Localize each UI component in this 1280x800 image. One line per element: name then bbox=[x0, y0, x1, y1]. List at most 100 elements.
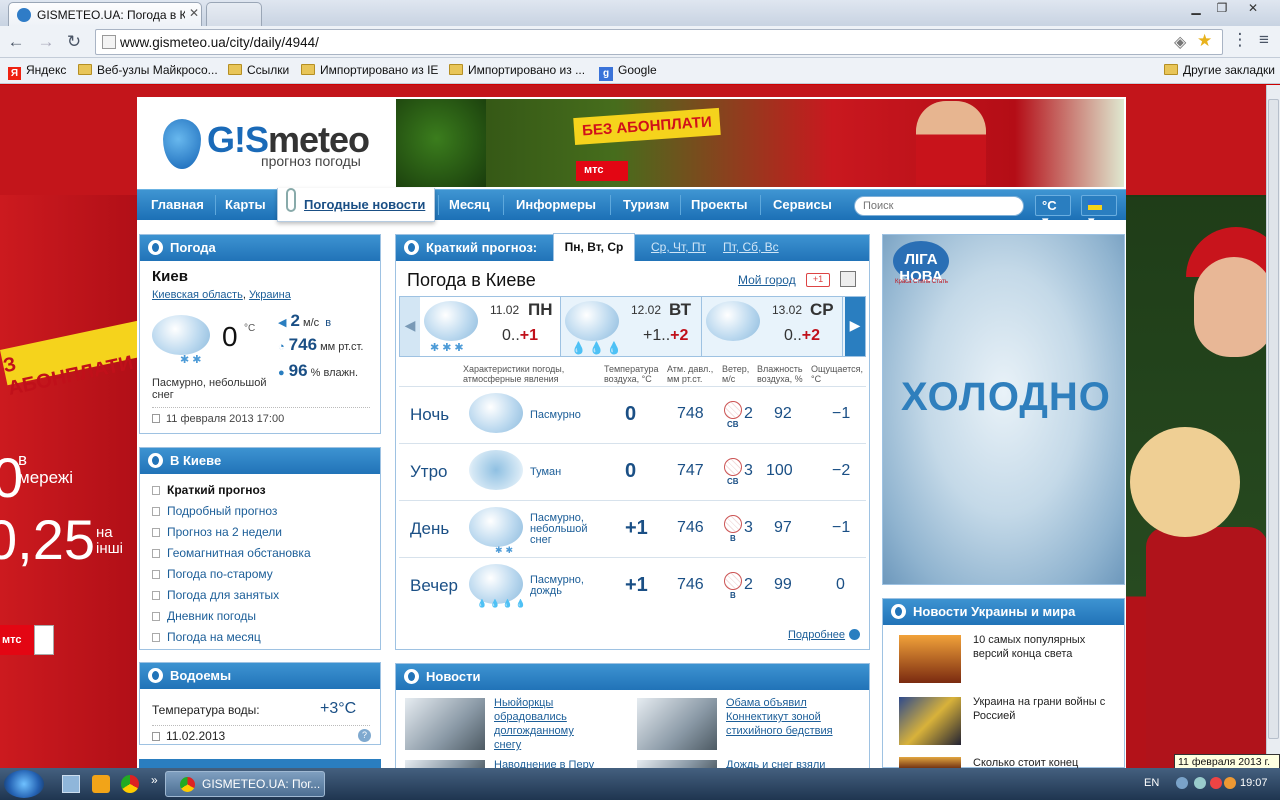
kiev-link-brief[interactable]: Краткий прогноз bbox=[152, 483, 266, 497]
box-header: Новости Украины и мира bbox=[883, 599, 1124, 625]
arrow-right-icon[interactable] bbox=[849, 629, 860, 640]
nav-projects[interactable]: Проекты bbox=[691, 197, 747, 212]
day-card[interactable]: 💧💧💧 12.02 ВТ +1..+2 bbox=[561, 297, 702, 356]
close-tab-icon[interactable]: ✕ bbox=[189, 6, 199, 20]
print-icon[interactable] bbox=[840, 271, 856, 287]
news-link[interactable]: Обама объявил Коннектикут зоной стихийно… bbox=[726, 696, 836, 738]
kiev-link-busy[interactable]: Погода для занятых bbox=[152, 588, 279, 602]
gismeteo-logo[interactable]: G!Smeteo прогноз погоды bbox=[159, 115, 370, 175]
chrome-icon[interactable] bbox=[121, 775, 139, 793]
news-thumbnail[interactable] bbox=[405, 698, 485, 750]
my-city-link[interactable]: Мой город bbox=[738, 273, 796, 287]
weather-description: Пасмурно, небольшой снег bbox=[152, 377, 267, 401]
scrollbar-thumb[interactable] bbox=[1268, 99, 1279, 739]
period-pressure: 746 bbox=[677, 519, 704, 536]
forward-icon[interactable]: → bbox=[34, 30, 58, 54]
santa-image bbox=[916, 101, 986, 185]
period-wind: 3 bbox=[744, 519, 753, 536]
ad-headline: ХОЛОДНО bbox=[901, 375, 1111, 419]
extension-icon[interactable]: ◈ bbox=[1174, 32, 1186, 52]
bookmark-folder[interactable]: Импортировано из ... bbox=[449, 63, 585, 79]
tray-icon[interactable] bbox=[1176, 777, 1188, 789]
top-banner-ad[interactable]: БЕЗ АБОНПЛАТИ мтс bbox=[396, 99, 1124, 187]
kiev-link-geomagnetic[interactable]: Геомагнитная обстановка bbox=[152, 546, 311, 560]
drop-icon: ● bbox=[278, 367, 285, 379]
site-header: G!Smeteo прогноз погоды БЕЗ АБОНПЛАТИ мт… bbox=[137, 97, 1126, 189]
region-link[interactable]: Киевская область bbox=[152, 289, 243, 301]
nav-home[interactable]: Главная bbox=[151, 197, 204, 212]
prev-days-arrow-icon[interactable]: ◀ bbox=[400, 297, 420, 356]
overflow-chevron-icon[interactable]: » bbox=[151, 773, 158, 787]
more-link[interactable]: Подробнее bbox=[788, 629, 845, 641]
other-bookmarks[interactable]: Другие закладки bbox=[1164, 63, 1275, 79]
clock[interactable]: 19:07 bbox=[1240, 777, 1268, 789]
close-window-icon[interactable]: ✕ bbox=[1242, 1, 1264, 17]
vertical-scrollbar[interactable] bbox=[1266, 85, 1280, 768]
news-thumbnail[interactable] bbox=[899, 697, 961, 745]
start-button[interactable] bbox=[4, 770, 44, 798]
kiev-link-detailed[interactable]: Подробный прогноз bbox=[152, 504, 277, 518]
wrench-icon[interactable]: ≡ bbox=[1252, 28, 1276, 52]
next-days-arrow-icon[interactable]: ▶ bbox=[845, 297, 865, 356]
browser-tab-active[interactable]: GISMETEO.UA: Погода в Ки ✕ bbox=[8, 2, 202, 26]
minimize-icon[interactable]: ▁ bbox=[1185, 1, 1207, 17]
tray-app-icon[interactable] bbox=[1210, 777, 1222, 789]
google-plus-button[interactable]: +1 bbox=[806, 273, 830, 287]
page-menu-icon[interactable]: ⋮ bbox=[1228, 28, 1252, 52]
language-select[interactable]: ▾ bbox=[1081, 195, 1117, 228]
bookmark-yandex[interactable]: Я Яндекс bbox=[8, 63, 66, 80]
network-icon[interactable] bbox=[1194, 777, 1206, 789]
news-link[interactable]: 10 самых популярных версий конца света bbox=[973, 633, 1113, 661]
right-side-ad[interactable] bbox=[1126, 197, 1280, 768]
bookmark-star-icon[interactable]: ★ bbox=[1197, 31, 1212, 51]
day-temp: 0..+2 bbox=[784, 327, 821, 344]
liga-nova-ad[interactable]: ЛІГА НОВА Краса Стиль Стать ХОЛОДНО bbox=[882, 234, 1125, 585]
day-card[interactable]: ✱✱✱ 11.02 ПН 0..+1 bbox=[420, 297, 561, 356]
nav-services[interactable]: Сервисы bbox=[773, 197, 832, 212]
gauge-icon: ◔ bbox=[278, 341, 285, 353]
tab-fri-sun[interactable]: Пт, Сб, Вс bbox=[723, 240, 779, 254]
kiev-link-2weeks[interactable]: Прогноз на 2 недели bbox=[152, 525, 282, 539]
left-side-ad[interactable]: З АБОНПЛАТИ 0 в мережі 0,25 на інші мтс bbox=[0, 195, 145, 768]
restore-icon[interactable]: ❐ bbox=[1211, 1, 1233, 17]
unit-select[interactable]: °C ▾ bbox=[1035, 195, 1071, 228]
taskbar-chrome-window[interactable]: GISMETEO.UA: Пог... bbox=[165, 771, 325, 797]
nav-informers[interactable]: Информеры bbox=[516, 197, 596, 212]
google-icon: g bbox=[599, 67, 613, 81]
language-indicator[interactable]: EN bbox=[1144, 777, 1159, 789]
kiev-link-diary[interactable]: Дневник погоды bbox=[152, 609, 256, 623]
back-icon[interactable]: ← bbox=[4, 30, 28, 54]
help-icon[interactable]: ? bbox=[358, 729, 371, 742]
tab-wed-fri[interactable]: Ср, Чт, Пт bbox=[651, 240, 706, 254]
search-input[interactable] bbox=[854, 196, 1024, 216]
country-link[interactable]: Украина bbox=[249, 289, 291, 301]
nav-maps[interactable]: Карты bbox=[225, 197, 266, 212]
show-desktop-icon[interactable] bbox=[62, 775, 80, 793]
news-link[interactable]: Украина на грани войны с Россией bbox=[973, 695, 1113, 723]
news-thumbnail[interactable] bbox=[637, 698, 717, 750]
media-player-icon[interactable] bbox=[92, 775, 110, 793]
nav-tourism[interactable]: Туризм bbox=[623, 197, 669, 212]
period-wind: 2 bbox=[744, 405, 753, 422]
gismeteo-drop-icon bbox=[148, 453, 163, 468]
bookmark-folder[interactable]: Веб-узлы Майкросо... bbox=[78, 63, 218, 79]
address-bar[interactable]: www.gismeteo.ua/city/daily/4944/ ◈ ★ bbox=[95, 29, 1223, 55]
new-tab-button[interactable] bbox=[206, 2, 262, 26]
tray-app-icon[interactable] bbox=[1224, 777, 1236, 789]
col-header-feels: Ощущается, °С bbox=[811, 364, 864, 384]
reload-icon[interactable]: ↻ bbox=[62, 30, 86, 54]
nav-month[interactable]: Месяц bbox=[449, 197, 490, 212]
news-link[interactable]: Ньюйоркцы обрадовались долгожданному сне… bbox=[494, 696, 604, 752]
tab-mon-wed[interactable]: Пн, Вт, Ср bbox=[553, 233, 635, 261]
kiev-link-old-style[interactable]: Погода по-старому bbox=[152, 567, 273, 581]
wind-direction: СВ bbox=[727, 420, 739, 429]
news-thumbnail[interactable] bbox=[899, 635, 961, 683]
day-card[interactable]: 13.02 СР 0..+2 bbox=[702, 297, 843, 356]
bookmark-folder[interactable]: Ссылки bbox=[228, 63, 289, 79]
bookmark-google[interactable]: g Google bbox=[599, 63, 657, 81]
folder-icon bbox=[228, 64, 242, 75]
bookmark-folder[interactable]: Импортировано из IE bbox=[301, 63, 438, 79]
day-date: 12.02 bbox=[631, 303, 662, 317]
kiev-link-month[interactable]: Погода на месяц bbox=[152, 630, 261, 644]
nav-weather-news[interactable]: Погодные новости bbox=[277, 188, 435, 222]
